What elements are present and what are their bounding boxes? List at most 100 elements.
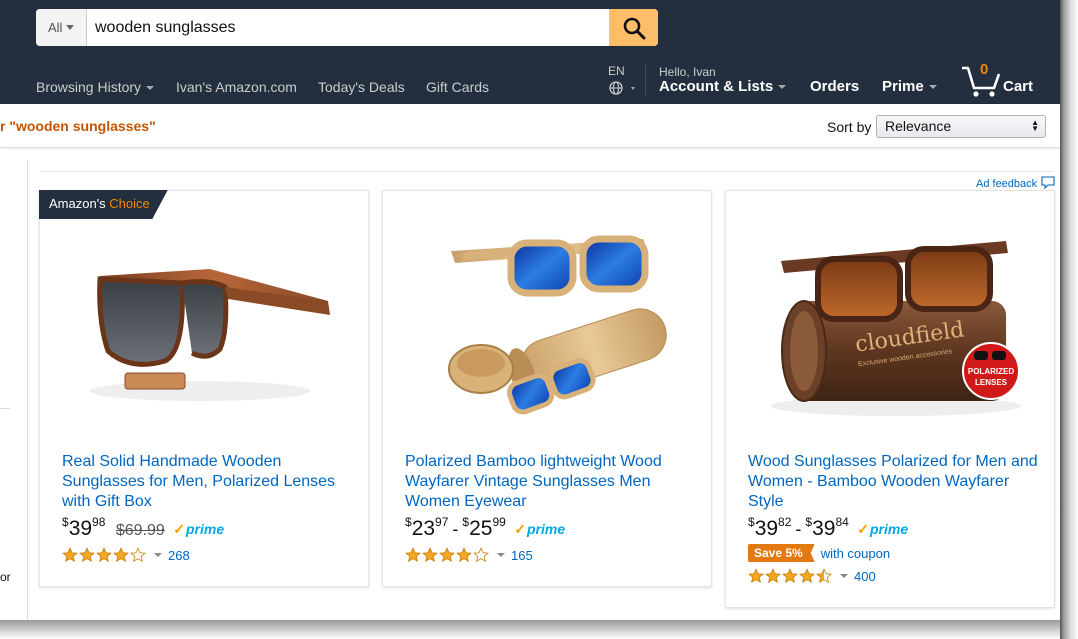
star-full-icon xyxy=(96,547,112,563)
product-title[interactable]: Polarized Bamboo lightweight Wood Wayfar… xyxy=(405,452,695,512)
speech-bubble-icon[interactable] xyxy=(1041,176,1055,190)
sidebar-fragment-rule xyxy=(0,408,10,409)
lens-badge-line2: LENSES xyxy=(975,378,1008,387)
prime-badge: ✓prime xyxy=(173,521,224,538)
search-category-label: All xyxy=(48,20,63,35)
results-query: r "wooden sunglasses" xyxy=(0,118,156,134)
review-count[interactable]: 400 xyxy=(854,569,876,584)
header-divider xyxy=(645,64,646,96)
chevron-down-icon[interactable] xyxy=(840,574,848,578)
search-input[interactable] xyxy=(87,9,608,46)
cart-count: 0 xyxy=(980,61,989,78)
language-globe[interactable] xyxy=(608,80,638,101)
search-bar: All xyxy=(36,9,658,46)
nav-todays-deals[interactable]: Today's Deals xyxy=(318,79,405,95)
prime-label: prime xyxy=(870,521,909,537)
price-high-fraction: 99 xyxy=(492,515,506,529)
check-icon: ✓ xyxy=(173,521,185,537)
sort-label: Sort by xyxy=(827,119,872,135)
star-full-icon xyxy=(456,547,472,563)
sort-dropdown[interactable]: Relevance ▲ ▼ xyxy=(876,115,1046,138)
star-full-icon xyxy=(782,568,798,584)
star-full-icon xyxy=(748,568,764,584)
cart-button[interactable]: 0 Cart xyxy=(960,61,1040,98)
search-category-dropdown[interactable]: All xyxy=(36,9,87,46)
check-icon: ✓ xyxy=(514,521,526,537)
rating[interactable]: 400 xyxy=(748,567,876,585)
coupon-text[interactable]: with coupon xyxy=(821,546,890,561)
sidebar-fragment-text[interactable]: or xyxy=(0,570,11,584)
product-image[interactable] xyxy=(403,221,693,441)
chevron-down-icon xyxy=(778,85,787,89)
price-currency: $ xyxy=(405,515,412,529)
nav-gift-cards[interactable]: Gift Cards xyxy=(426,79,489,95)
product-title[interactable]: Real Solid Handmade Wooden Sunglasses fo… xyxy=(62,452,352,512)
price-range-dash: - xyxy=(452,519,459,539)
price-high-fraction: 84 xyxy=(835,515,849,529)
price-fraction: 98 xyxy=(92,515,106,529)
price-low-whole: 39 xyxy=(754,517,779,540)
amazons-choice-badge: Amazon's Choice xyxy=(39,190,168,219)
chevron-down-icon[interactable] xyxy=(497,553,505,557)
results-bar: r "wooden sunglasses" Sort by Relevance … xyxy=(0,104,1060,148)
search-button[interactable] xyxy=(609,9,658,46)
nav-browsing-history[interactable]: Browsing History xyxy=(36,79,155,95)
price-whole: 39 xyxy=(68,517,93,540)
ad-feedback-link[interactable]: Ad feedback xyxy=(976,178,1037,190)
star-rating xyxy=(62,547,146,563)
lens-badge-line1: POLARIZED xyxy=(968,367,1014,376)
search-icon xyxy=(623,17,645,39)
product-image[interactable]: cloudfield Exclusive wooden accessories … xyxy=(746,221,1036,441)
coupon-badge[interactable]: Save 5% xyxy=(748,544,815,562)
sidebar-divider xyxy=(27,160,28,620)
price-range[interactable]: $2397- $2599 ✓prime xyxy=(405,515,565,541)
star-empty-icon xyxy=(473,547,489,563)
price-low-whole: 23 xyxy=(411,517,436,540)
chevron-down-icon[interactable] xyxy=(154,553,162,557)
rating[interactable]: 165 xyxy=(405,546,533,564)
price-currency: $ xyxy=(748,515,755,529)
prime-label: prime xyxy=(185,521,225,537)
page-edge-shadow xyxy=(1060,0,1078,639)
orders-link[interactable]: Orders xyxy=(810,78,859,95)
check-icon: ✓ xyxy=(857,521,869,537)
review-count[interactable]: 165 xyxy=(511,548,533,563)
product-card[interactable]: Polarized Bamboo lightweight Wood Wayfar… xyxy=(382,190,712,587)
page-bottom-shadow xyxy=(0,620,1060,639)
star-full-icon xyxy=(113,547,129,563)
price-high-whole: 39 xyxy=(812,517,836,540)
star-full-icon xyxy=(765,568,781,584)
product-card[interactable]: cloudfield Exclusive wooden accessories … xyxy=(725,190,1055,608)
chevron-down-icon xyxy=(146,86,155,90)
price-low-fraction: 82 xyxy=(778,515,792,529)
results-top-rule xyxy=(40,171,1054,172)
review-count[interactable]: 268 xyxy=(168,548,190,563)
star-full-icon xyxy=(799,568,815,584)
chevron-down-icon xyxy=(928,85,937,89)
greeting: Hello, Ivan xyxy=(659,65,716,79)
prime-menu[interactable]: Prime xyxy=(882,78,937,95)
product-card[interactable]: Amazon's Choice Real Solid Handmade Wood… xyxy=(39,190,369,587)
price-range[interactable]: $3982- $3984 ✓prime xyxy=(748,515,908,541)
star-full-icon xyxy=(79,547,95,563)
price[interactable]: $3998 $69.99 ✓prime xyxy=(62,515,224,541)
price-range-dash: - xyxy=(795,519,802,539)
nav-your-amazon[interactable]: Ivan's Amazon.com xyxy=(176,79,297,95)
star-full-icon xyxy=(405,547,421,563)
product-image[interactable] xyxy=(60,221,350,441)
sort-value: Relevance xyxy=(885,118,952,134)
prime-label: Prime xyxy=(882,78,924,95)
product-title[interactable]: Wood Sunglasses Polarized for Men and Wo… xyxy=(748,452,1038,512)
language-selector[interactable]: EN xyxy=(608,64,625,78)
prime-label: prime xyxy=(527,521,566,537)
prime-badge: ✓prime xyxy=(514,521,565,538)
coupon[interactable]: Save 5% with coupon xyxy=(748,543,890,563)
badge-prefix: Amazon's xyxy=(49,196,106,211)
account-lists-menu[interactable]: Account & Lists xyxy=(659,78,787,95)
badge-highlight: Choice xyxy=(109,196,150,211)
star-full-icon xyxy=(439,547,455,563)
price-low-fraction: 97 xyxy=(435,515,449,529)
rating[interactable]: 268 xyxy=(62,546,190,564)
cart-label: Cart xyxy=(1003,78,1034,95)
star-empty-icon xyxy=(130,547,146,563)
